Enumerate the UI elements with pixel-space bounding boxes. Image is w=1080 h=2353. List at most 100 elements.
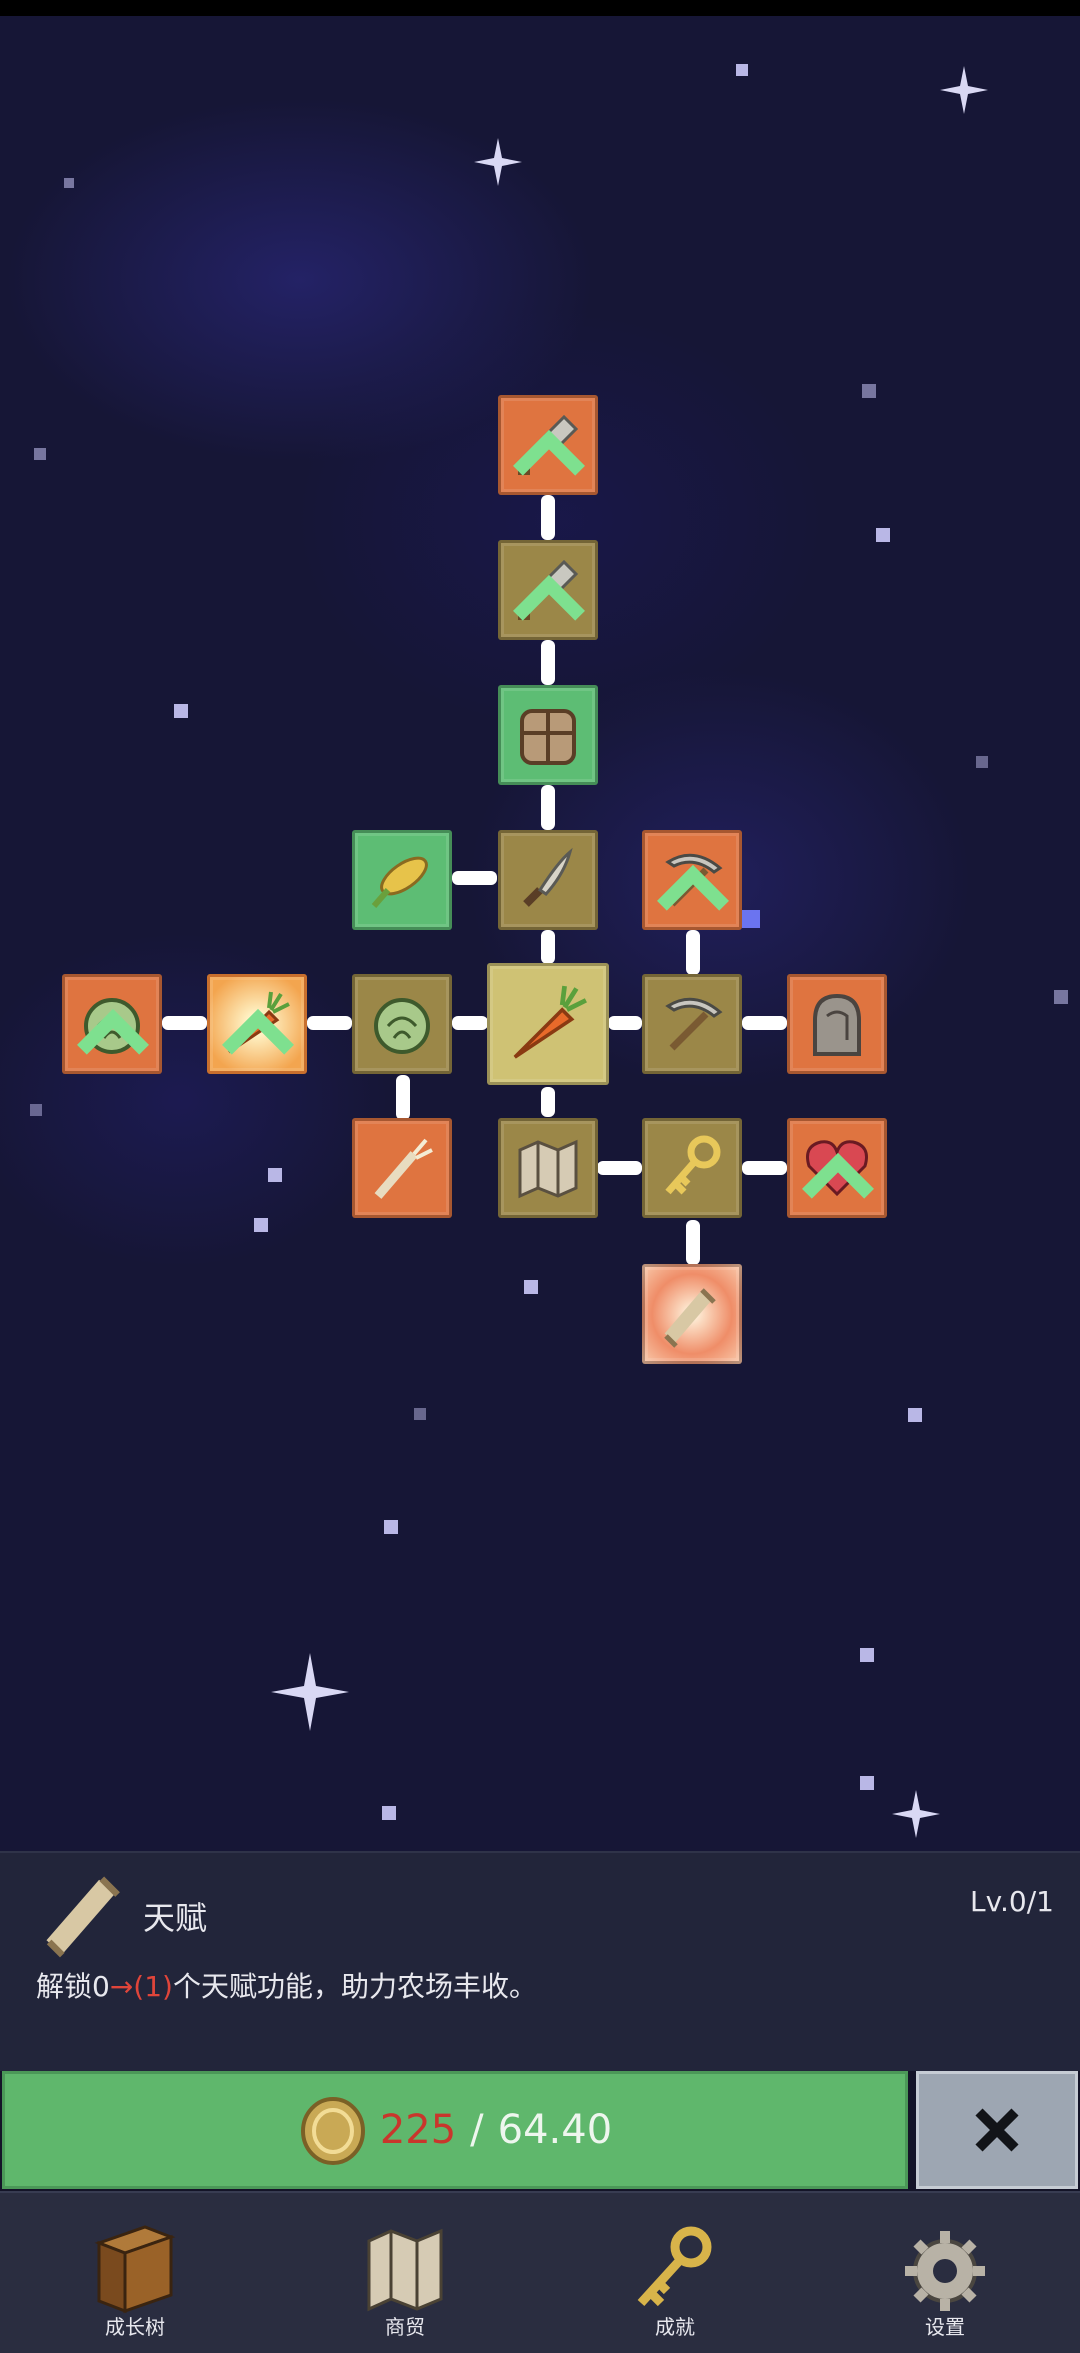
talent-description: 解锁0→(1)个天赋功能，助力农场丰收。: [36, 1965, 537, 2005]
wheat-icon: [374, 1138, 433, 1199]
nav-item-achievements[interactable]: 成就: [540, 2193, 810, 2353]
talent-node-shovel-upgrade[interactable]: [498, 540, 598, 640]
star: [174, 704, 188, 718]
tree-link: [541, 785, 555, 830]
map-icon: [367, 2228, 443, 2312]
desc-suffix: 个天赋功能，助力农场丰收。: [172, 1970, 537, 2003]
pickaxe-icon: [665, 997, 723, 1051]
star: [860, 1776, 874, 1790]
scroll-icon: [46, 1876, 120, 1958]
nav-label: 成就: [655, 2315, 695, 2339]
nav-label: 商贸: [385, 2315, 425, 2339]
coin-icon: [300, 2097, 365, 2165]
upgrade-arrow-icon: [657, 864, 729, 911]
talent-node-heart-upgrade[interactable]: [787, 1118, 887, 1218]
tree-link: [452, 871, 497, 885]
backpack-icon: [520, 709, 576, 765]
sparkle-star: [474, 138, 522, 186]
nav-item-settings[interactable]: 设置: [810, 2193, 1080, 2353]
talent-node-key[interactable]: [642, 1118, 742, 1218]
talent-node-pickaxe[interactable]: [642, 974, 742, 1074]
upgrade-arrow-icon: [77, 1008, 149, 1055]
desc-prefix: 解锁0: [36, 1970, 110, 2003]
sparkle-star: [940, 66, 988, 114]
star: [736, 64, 748, 76]
close-button[interactable]: [916, 2071, 1078, 2189]
status-bar: [0, 0, 1080, 16]
talent-node-map[interactable]: [498, 1118, 598, 1218]
purchase-button[interactable]: 225 / 64.40: [2, 2071, 908, 2189]
key-icon: [637, 2226, 712, 2307]
upgrade-arrow-icon: [513, 574, 585, 621]
star: [860, 1648, 874, 1662]
talent-node-scroll-talent[interactable]: [642, 1264, 742, 1364]
talent-node-corn[interactable]: [352, 830, 452, 930]
star: [908, 1408, 922, 1422]
book-icon: [94, 2225, 176, 2314]
sparkle-star: [271, 1653, 349, 1731]
nav-label: 设置: [925, 2315, 965, 2339]
tree-link: [541, 930, 555, 964]
price-current: 225: [379, 2107, 457, 2153]
price-total: 64.40: [497, 2107, 613, 2153]
tree-link: [307, 1016, 352, 1030]
gear-icon: [905, 2231, 985, 2311]
nav-item-trade[interactable]: 商贸: [270, 2193, 540, 2353]
tree-link: [541, 495, 555, 540]
map-icon: [518, 1139, 578, 1199]
talent-node-shovel-upgrade-top[interactable]: [498, 395, 598, 495]
scroll-icon: [664, 1288, 716, 1348]
corn-icon: [371, 856, 428, 908]
star: [976, 756, 988, 768]
talent-node-cabbage[interactable]: [352, 974, 452, 1074]
key-icon: [665, 1135, 721, 1195]
star: [524, 1280, 538, 1294]
talent-node-wheat[interactable]: [352, 1118, 452, 1218]
sickle-icon: [523, 847, 573, 907]
star: [30, 1104, 42, 1116]
upgrade-arrow-icon: [802, 1152, 874, 1199]
star: [268, 1168, 282, 1182]
star: [1054, 990, 1068, 1004]
nav-item-growth-tree[interactable]: 成长树: [0, 2193, 270, 2353]
talent-node-carrot-upgrade[interactable]: [207, 974, 307, 1074]
talent-node-backpack[interactable]: [498, 685, 598, 785]
talent-node-ghost[interactable]: [787, 974, 887, 1074]
talent-detail-panel: 天赋 Lv.0/1 解锁0→(1)个天赋功能，助力农场丰收。: [0, 1851, 1080, 2071]
star: [384, 1520, 398, 1534]
close-icon: [975, 2108, 1019, 2152]
bottom-nav: 成长树 商贸 成就 设置: [0, 2191, 1080, 2353]
carrot-icon: [513, 985, 587, 1059]
star: [862, 384, 876, 398]
price-separator: /: [470, 2107, 484, 2153]
star: [34, 448, 46, 460]
tree-link: [742, 1161, 787, 1175]
tree-link: [742, 1016, 787, 1030]
star: [64, 178, 74, 188]
star: [254, 1218, 268, 1232]
talent-node-cabbage-upgrade-far[interactable]: [62, 974, 162, 1074]
ghost-icon: [813, 993, 861, 1056]
talent-node-sickle[interactable]: [498, 830, 598, 930]
star: [382, 1806, 396, 1820]
upgrade-arrow-icon: [513, 429, 585, 476]
star: [876, 528, 890, 542]
tree-link: [608, 1016, 642, 1030]
tree-link: [396, 1075, 410, 1120]
tree-link: [162, 1016, 207, 1030]
upgrade-arrow-icon: [222, 1008, 294, 1055]
tree-link: [597, 1161, 642, 1175]
talent-level: Lv.0/1: [970, 1885, 1054, 1918]
talent-node-carrot-root[interactable]: [487, 963, 609, 1085]
nav-label: 成长树: [105, 2315, 165, 2339]
tree-link: [686, 1220, 700, 1265]
cabbage-icon: [374, 998, 430, 1054]
tree-link: [452, 1016, 488, 1030]
desc-arrow: →: [109, 1970, 134, 2003]
talent-node-pickaxe-upgrade[interactable]: [642, 830, 742, 930]
star: [414, 1408, 426, 1420]
star: [742, 910, 760, 928]
sparkle-star: [892, 1790, 940, 1838]
tree-link: [686, 930, 700, 975]
tree-link: [541, 1087, 555, 1117]
